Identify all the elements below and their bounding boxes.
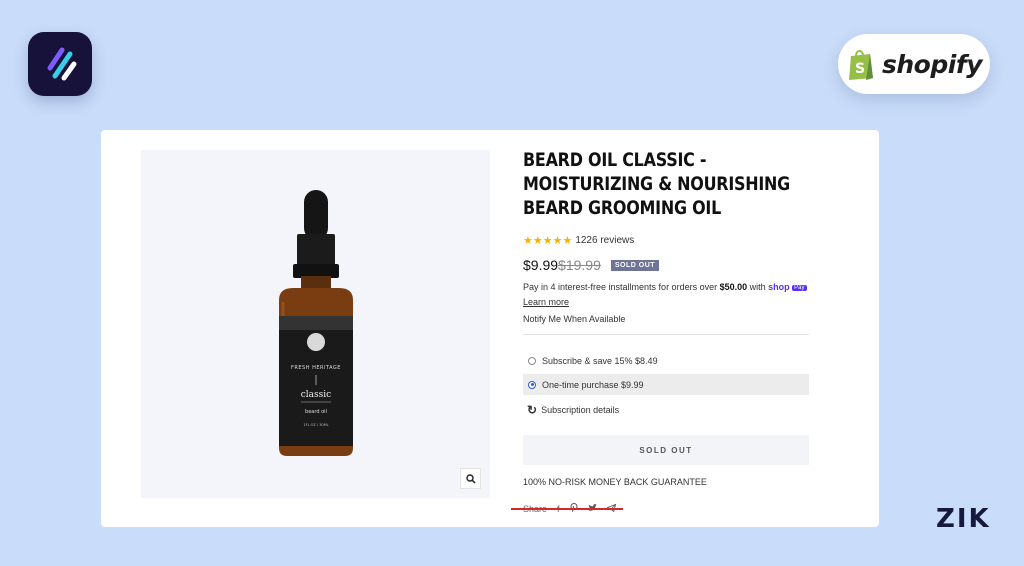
- product-image-panel: FRESH HERITAGE classic beard oil 1FL OZ …: [141, 150, 490, 498]
- installments-middle: with: [747, 282, 769, 292]
- price-row: $9.99 $19.99 SOLD OUT: [523, 257, 811, 273]
- installments-prefix: Pay in 4 interest-free installments for …: [523, 282, 720, 292]
- star-rating-icon: ★★★★★: [523, 235, 573, 247]
- subscribe-radio[interactable]: [528, 357, 536, 365]
- subscription-details-label: Subscription details: [541, 405, 620, 415]
- one-time-option[interactable]: One-time purchase $9.99: [523, 374, 809, 395]
- bottle-type-text: beard oil: [305, 409, 327, 415]
- installments-text: Pay in 4 interest-free installments for …: [523, 281, 811, 294]
- one-time-radio[interactable]: [528, 380, 536, 389]
- product-card: FRESH HERITAGE classic beard oil 1FL OZ …: [101, 130, 879, 527]
- guarantee-text: 100% NO-RISK MONEY BACK GUARANTEE: [523, 477, 707, 487]
- review-count: 1226 reviews: [575, 235, 635, 246]
- bottle-volume-text: 1FL OZ / 30ML: [303, 423, 328, 427]
- app-logo: [28, 32, 92, 96]
- installments-amount: $50.00: [719, 282, 748, 292]
- compare-price: $19.99: [558, 257, 601, 273]
- subscribe-option[interactable]: Subscribe & save 15% $8.49: [523, 352, 809, 370]
- product-title: BEARD OIL CLASSIC - MOISTURIZING & NOURI…: [523, 149, 791, 219]
- stripes-logo-icon: [47, 47, 77, 81]
- rating-row[interactable]: ★★★★★ 1226 reviews: [523, 234, 811, 247]
- notify-me-link[interactable]: Notify Me When Available: [523, 314, 811, 324]
- shopify-badge: S shopify: [838, 34, 990, 94]
- bottle-brand-text: FRESH HERITAGE: [291, 365, 341, 371]
- divider: [523, 334, 809, 335]
- sale-price: $9.99: [523, 257, 559, 273]
- shop-pay-logo: shop: [768, 282, 790, 292]
- learn-more-link[interactable]: Learn more: [523, 297, 811, 307]
- shopify-wordmark: shopify: [882, 49, 983, 79]
- zik-watermark: ZIK: [936, 504, 991, 534]
- subscribe-option-label: Subscribe & save 15% $8.49: [542, 356, 658, 366]
- shop-pay-badge: Pay: [792, 285, 807, 291]
- sold-out-button[interactable]: SOLD OUT: [523, 435, 809, 465]
- shopify-bag-icon: S: [849, 50, 873, 80]
- beard-oil-bottle-image: FRESH HERITAGE classic beard oil 1FL OZ …: [279, 190, 353, 456]
- product-info: BEARD OIL CLASSIC - MOISTURIZING & NOURI…: [523, 148, 811, 514]
- sold-out-badge: SOLD OUT: [610, 259, 660, 271]
- subscription-details-link[interactable]: ↻ Subscription details: [523, 403, 811, 417]
- bottle-name-text: classic: [301, 390, 331, 400]
- magnifier-icon: [465, 473, 476, 484]
- share-highlight-underline: [511, 508, 623, 510]
- refresh-icon: ↻: [527, 403, 538, 417]
- zoom-button[interactable]: [460, 468, 481, 489]
- one-time-option-label: One-time purchase $9.99: [542, 379, 644, 390]
- svg-text:S: S: [855, 61, 865, 77]
